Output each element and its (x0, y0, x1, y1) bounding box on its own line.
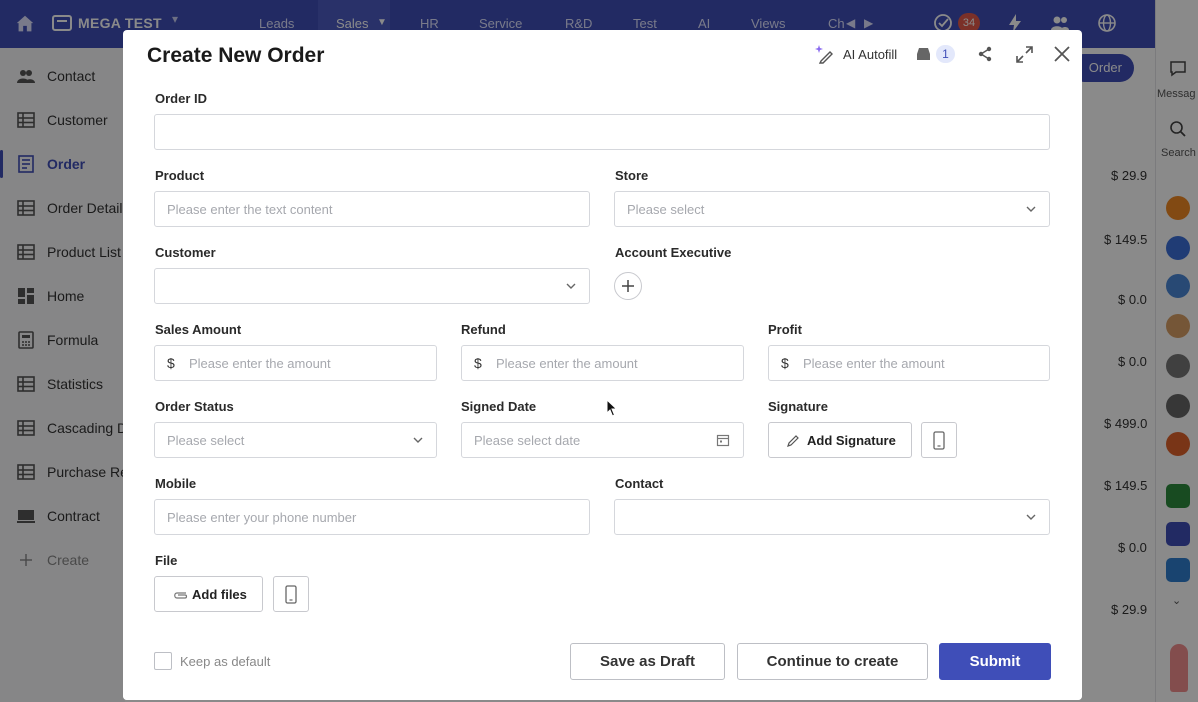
plus-icon (622, 280, 634, 292)
signed-date-label: Signed Date (461, 399, 537, 414)
account-executive-label: Account Executive (615, 245, 732, 260)
store-placeholder: Please select (627, 202, 705, 217)
expand-icon[interactable] (1016, 46, 1033, 63)
order-status-placeholder: Please select (167, 433, 245, 448)
customer-label: Customer (155, 245, 216, 260)
profit-placeholder: Please enter the amount (803, 356, 945, 371)
signed-date-placeholder: Please select date (474, 433, 581, 448)
modal-title: Create New Order (147, 44, 325, 67)
order-id-label: Order ID (155, 91, 208, 106)
contact-label: Contact (615, 476, 664, 491)
currency-symbol: $ (474, 355, 482, 371)
add-signature-button[interactable]: Add Signature (768, 422, 912, 458)
keep-default-checkbox[interactable] (154, 652, 172, 670)
save-draft-button[interactable]: Save as Draft (570, 643, 725, 680)
inbox-count-badge: 1 (936, 45, 955, 63)
chevron-down-icon (566, 283, 576, 289)
ai-autofill-button[interactable]: AI Autofill (843, 47, 897, 67)
profit-label: Profit (768, 322, 802, 337)
contact-select[interactable] (614, 499, 1050, 535)
mobile-phone-icon (933, 431, 945, 450)
sales-amount-placeholder: Please enter the amount (189, 356, 331, 371)
store-select[interactable]: Please select (614, 191, 1050, 227)
share-icon[interactable] (977, 46, 993, 62)
order-id-input[interactable] (154, 114, 1050, 150)
add-account-executive-button[interactable] (614, 272, 642, 300)
chevron-down-icon (413, 437, 423, 443)
file-label: File (155, 553, 178, 568)
product-input[interactable]: Please enter the text content (154, 191, 590, 227)
continue-create-button[interactable]: Continue to create (737, 643, 928, 680)
customer-select[interactable] (154, 268, 590, 304)
refund-input[interactable]: $ Please enter the amount (461, 345, 744, 381)
product-label: Product (155, 168, 205, 183)
ai-sparkle-icon[interactable] (815, 44, 835, 64)
close-icon[interactable] (1054, 46, 1070, 62)
currency-symbol: $ (781, 355, 789, 371)
product-placeholder: Please enter the text content (167, 202, 333, 217)
paperclip-icon (174, 592, 188, 599)
pen-icon (787, 435, 799, 447)
chevron-down-icon (1026, 514, 1036, 520)
signature-label: Signature (768, 399, 828, 414)
store-label: Store (615, 168, 649, 183)
calendar-icon (716, 434, 730, 447)
refund-placeholder: Please enter the amount (496, 356, 638, 371)
mobile-placeholder: Please enter your phone number (167, 510, 357, 525)
mobile-label: Mobile (155, 476, 197, 491)
add-signature-label: Add Signature (807, 433, 896, 448)
order-status-label: Order Status (155, 399, 234, 414)
submit-button[interactable]: Submit (939, 643, 1051, 680)
create-order-modal: Create New Order AI Autofill 1 Order ID … (123, 30, 1082, 700)
add-files-button[interactable]: Add files (154, 576, 263, 612)
order-status-select[interactable]: Please select (154, 422, 437, 458)
inbox-icon[interactable] (916, 47, 931, 61)
mobile-upload-button[interactable] (273, 576, 309, 612)
mobile-input[interactable]: Please enter your phone number (154, 499, 590, 535)
sales-amount-label: Sales Amount (155, 322, 242, 337)
mouse-cursor-icon (606, 399, 618, 417)
keep-default-label: Keep as default (180, 654, 271, 669)
profit-input[interactable]: $ Please enter the amount (768, 345, 1050, 381)
chevron-down-icon (1026, 206, 1036, 212)
mobile-phone-icon (285, 585, 297, 604)
sales-amount-input[interactable]: $ Please enter the amount (154, 345, 437, 381)
add-files-label: Add files (192, 587, 247, 602)
signed-date-picker[interactable]: Please select date (461, 422, 744, 458)
refund-label: Refund (461, 322, 506, 337)
currency-symbol: $ (167, 355, 175, 371)
mobile-signature-button[interactable] (921, 422, 957, 458)
